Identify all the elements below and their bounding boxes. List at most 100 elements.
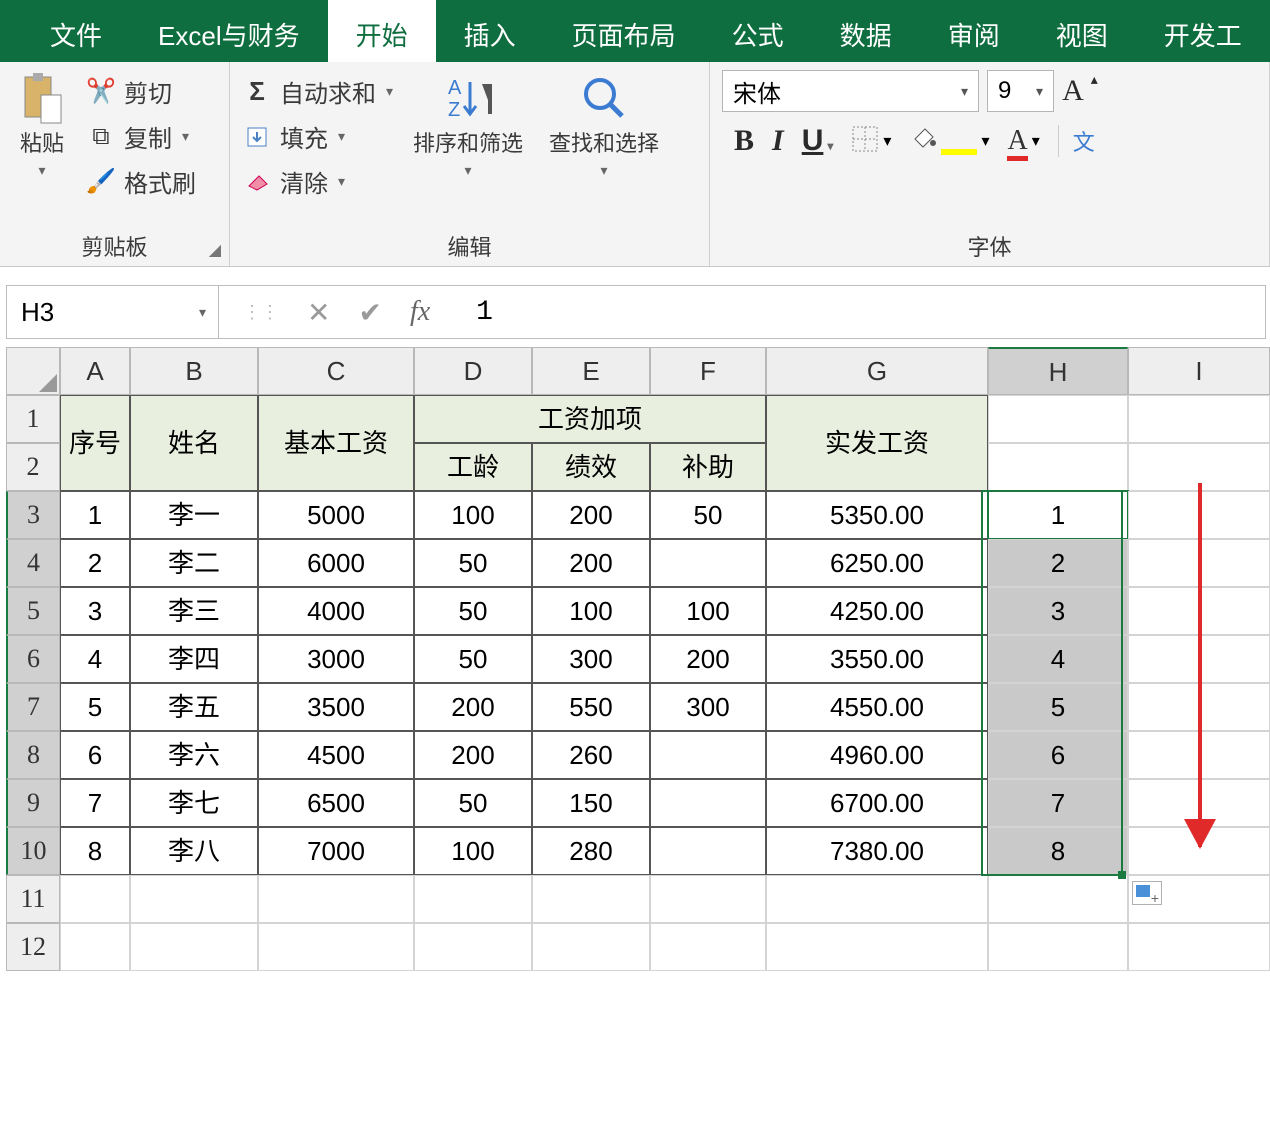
cell[interactable]: 李三	[130, 587, 258, 635]
find-select-button[interactable]: 查找和选择 ▾	[543, 70, 665, 199]
cell[interactable]: 50	[414, 587, 532, 635]
cell[interactable]	[130, 923, 258, 971]
tab-file[interactable]: 文件	[22, 0, 130, 62]
cell[interactable]: 7	[988, 779, 1128, 827]
cell[interactable]: 3500	[258, 683, 414, 731]
cut-button[interactable]: ✂️ 剪切	[86, 74, 196, 109]
cell[interactable]: 4	[988, 635, 1128, 683]
cell[interactable]: 李六	[130, 731, 258, 779]
cell[interactable]: 3000	[258, 635, 414, 683]
cell[interactable]: 4250.00	[766, 587, 988, 635]
spreadsheet-grid[interactable]: ABCDEFGHI1序号姓名基本工资工资加项实发工资2工龄绩效补助31李一500…	[6, 347, 1270, 971]
cell[interactable]: 4550.00	[766, 683, 988, 731]
cell[interactable]	[988, 923, 1128, 971]
cell[interactable]	[532, 875, 650, 923]
column-header[interactable]: H	[988, 347, 1128, 395]
column-header[interactable]: B	[130, 347, 258, 395]
name-box[interactable]: H3 ▾	[7, 286, 219, 338]
cell[interactable]	[258, 923, 414, 971]
paste-button[interactable]: 粘贴 ▾	[12, 70, 72, 199]
cell[interactable]: 50	[650, 491, 766, 539]
cell[interactable]	[650, 827, 766, 875]
row-header[interactable]: 5	[6, 587, 60, 635]
cell[interactable]: 4000	[258, 587, 414, 635]
increase-font-button[interactable]: A	[1062, 74, 1084, 108]
dialog-launcher-icon[interactable]: ◢	[209, 240, 221, 260]
row-header[interactable]: 9	[6, 779, 60, 827]
underline-button[interactable]: U▾	[802, 124, 834, 158]
cell[interactable]: 8	[60, 827, 130, 875]
fill-color-button[interactable]: ▾	[909, 125, 989, 158]
row-header[interactable]: 8	[6, 731, 60, 779]
cell[interactable]: 100	[414, 491, 532, 539]
fill-handle[interactable]	[1118, 871, 1126, 879]
formula-value[interactable]: 1	[454, 297, 493, 328]
row-header[interactable]: 11	[6, 875, 60, 923]
cell[interactable]: 5	[988, 683, 1128, 731]
row-header[interactable]: 3	[6, 491, 60, 539]
autofill-options-icon[interactable]	[1132, 881, 1162, 905]
column-header[interactable]: I	[1128, 347, 1270, 395]
cell[interactable]	[414, 875, 532, 923]
cell[interactable]: 李一	[130, 491, 258, 539]
column-header[interactable]: D	[414, 347, 532, 395]
sort-filter-button[interactable]: AZ 排序和筛选 ▾	[407, 70, 529, 199]
select-all-corner[interactable]	[6, 347, 60, 395]
cell[interactable]: 6	[988, 731, 1128, 779]
cell[interactable]	[988, 875, 1128, 923]
cell[interactable]	[650, 875, 766, 923]
cell[interactable]: 5	[60, 683, 130, 731]
tab-data[interactable]: 数据	[812, 0, 920, 62]
row-header[interactable]: 2	[6, 443, 60, 491]
cell[interactable]: 4	[60, 635, 130, 683]
cell[interactable]: 3550.00	[766, 635, 988, 683]
column-header[interactable]: A	[60, 347, 130, 395]
cell[interactable]	[1128, 395, 1270, 443]
tab-home[interactable]: 开始	[328, 0, 436, 62]
cell[interactable]: 4960.00	[766, 731, 988, 779]
cell[interactable]: 200	[532, 539, 650, 587]
cell[interactable]: 8	[988, 827, 1128, 875]
cell[interactable]: 2	[988, 539, 1128, 587]
cell[interactable]: 50	[414, 635, 532, 683]
bold-button[interactable]: B	[734, 124, 754, 158]
clear-button[interactable]: 清除 ▾	[242, 164, 393, 199]
cell[interactable]: 300	[532, 635, 650, 683]
tab-view[interactable]: 视图	[1028, 0, 1136, 62]
italic-button[interactable]: I	[772, 124, 784, 158]
cell[interactable]	[650, 731, 766, 779]
cell[interactable]	[532, 923, 650, 971]
font-name-combo[interactable]: 宋体 ▾	[722, 70, 979, 112]
cell[interactable]: 5350.00	[766, 491, 988, 539]
row-header[interactable]: 4	[6, 539, 60, 587]
cell[interactable]: 6	[60, 731, 130, 779]
cell[interactable]: 7380.00	[766, 827, 988, 875]
cell[interactable]: 4500	[258, 731, 414, 779]
cell[interactable]: 50	[414, 779, 532, 827]
cell[interactable]	[988, 443, 1128, 491]
cell[interactable]: 7	[60, 779, 130, 827]
cell[interactable]: 550	[532, 683, 650, 731]
column-header[interactable]: F	[650, 347, 766, 395]
cell[interactable]	[988, 395, 1128, 443]
tab-layout[interactable]: 页面布局	[544, 0, 704, 62]
tab-review[interactable]: 审阅	[920, 0, 1028, 62]
format-painter-button[interactable]: 🖌️ 格式刷	[86, 164, 196, 199]
cell[interactable]	[650, 539, 766, 587]
cell[interactable]	[1128, 923, 1270, 971]
cell[interactable]: 李七	[130, 779, 258, 827]
column-header[interactable]: E	[532, 347, 650, 395]
cell[interactable]: 6700.00	[766, 779, 988, 827]
tab-formulas[interactable]: 公式	[704, 0, 812, 62]
cell[interactable]: 200	[650, 635, 766, 683]
cell[interactable]: 260	[532, 731, 650, 779]
cell[interactable]	[650, 779, 766, 827]
cell[interactable]: 6000	[258, 539, 414, 587]
cell[interactable]: 3	[60, 587, 130, 635]
autosum-button[interactable]: Σ 自动求和 ▾	[242, 74, 393, 109]
cell[interactable]	[130, 875, 258, 923]
cell[interactable]: 3	[988, 587, 1128, 635]
cell[interactable]: 1	[60, 491, 130, 539]
cell[interactable]: 李五	[130, 683, 258, 731]
cell[interactable]: 100	[414, 827, 532, 875]
